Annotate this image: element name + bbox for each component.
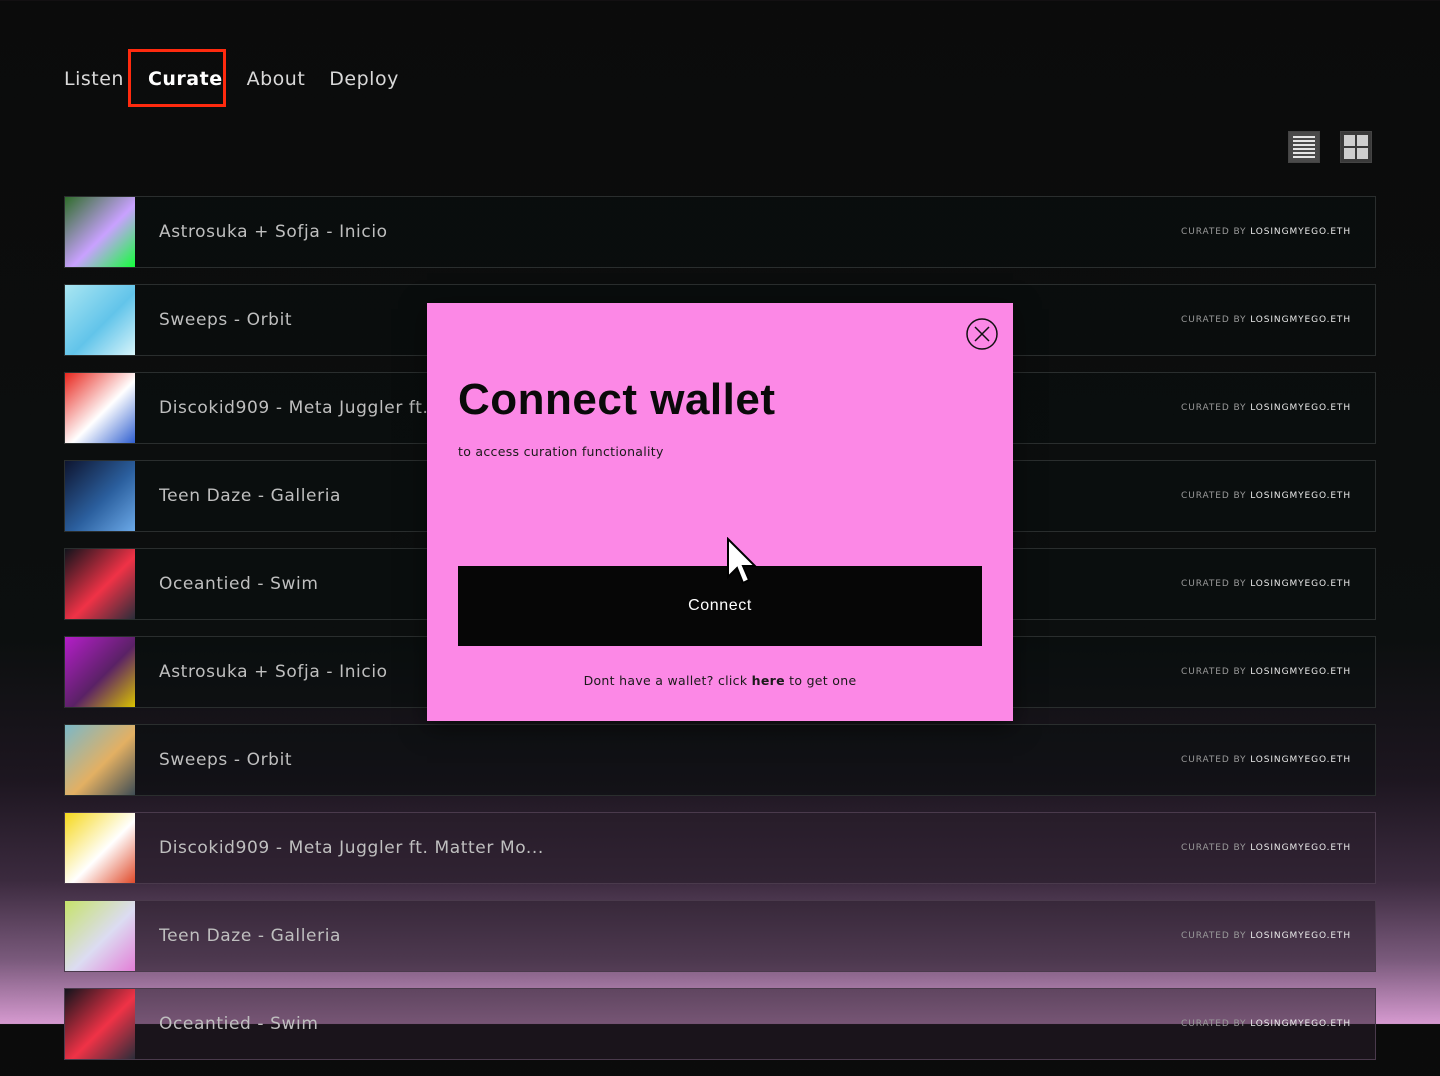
curated-by: CURATED BY LOSINGMYEGO.ETH <box>1181 843 1351 853</box>
track-title: Oceantied - Swim <box>159 1014 319 1034</box>
curator-name[interactable]: LOSINGMYEGO.ETH <box>1250 403 1351 413</box>
curator-name[interactable]: LOSINGMYEGO.ETH <box>1250 931 1351 941</box>
curator-name[interactable]: LOSINGMYEGO.ETH <box>1250 579 1351 589</box>
nav-curate[interactable]: Curate <box>128 49 226 107</box>
track-title: Teen Daze - Galleria <box>159 926 342 946</box>
curator-name[interactable]: LOSINGMYEGO.ETH <box>1250 1019 1351 1029</box>
modal-title: Connect wallet <box>458 375 776 424</box>
track-row[interactable]: Oceantied - Swim CURATED BY LOSINGMYEGO.E… <box>64 988 1376 1060</box>
close-icon[interactable] <box>966 318 998 350</box>
curated-by: CURATED BY LOSINGMYEGO.ETH <box>1181 491 1351 501</box>
album-art <box>65 285 135 355</box>
curator-name[interactable]: LOSINGMYEGO.ETH <box>1250 843 1351 853</box>
track-row[interactable]: Sweeps - Orbit CURATED BY LOSINGMYEGO.ETH <box>64 724 1376 796</box>
curated-by: CURATED BY LOSINGMYEGO.ETH <box>1181 755 1351 765</box>
mouse-pointer-icon <box>727 537 758 585</box>
list-view-icon <box>1293 136 1315 158</box>
track-row[interactable]: Teen Daze - Galleria CURATED BY LOSINGMYE… <box>64 900 1376 972</box>
track-title: Sweeps - Orbit <box>159 750 293 770</box>
album-art <box>65 813 135 883</box>
modal-subtitle: to access curation functionality <box>458 444 664 459</box>
track-row[interactable]: Discokid909 - Meta Juggler ft. Matter Mo… <box>64 812 1376 884</box>
track-title: Teen Daze - Galleria <box>159 486 342 506</box>
curated-by: CURATED BY LOSINGMYEGO.ETH <box>1181 315 1351 325</box>
nav-about[interactable]: About <box>247 62 306 96</box>
nav-deploy[interactable]: Deploy <box>329 62 399 96</box>
curated-by: CURATED BY LOSINGMYEGO.ETH <box>1181 1019 1351 1029</box>
album-art <box>65 549 135 619</box>
grid-view-icon <box>1344 135 1368 159</box>
main-nav: Listen Curate About Deploy <box>64 49 423 107</box>
curated-by: CURATED BY LOSINGMYEGO.ETH <box>1181 403 1351 413</box>
get-wallet-link[interactable]: here <box>752 673 785 688</box>
curated-by: CURATED BY LOSINGMYEGO.ETH <box>1181 931 1351 941</box>
connect-button[interactable]: Connect <box>458 566 982 646</box>
curated-by: CURATED BY LOSINGMYEGO.ETH <box>1181 227 1351 237</box>
connect-wallet-modal: Connect wallet to access curation functi… <box>427 303 1013 721</box>
album-art <box>65 197 135 267</box>
curator-name[interactable]: LOSINGMYEGO.ETH <box>1250 755 1351 765</box>
curator-name[interactable]: LOSINGMYEGO.ETH <box>1250 227 1351 237</box>
curator-name[interactable]: LOSINGMYEGO.ETH <box>1250 491 1351 501</box>
get-wallet-text: Dont have a wallet? click here to get on… <box>583 673 857 688</box>
track-title: Astrosuka + Sofja - Inicio <box>159 662 388 682</box>
track-title: Sweeps - Orbit <box>159 310 293 330</box>
view-toggle <box>1288 131 1372 163</box>
album-art <box>65 901 135 971</box>
nav-listen[interactable]: Listen <box>64 62 124 96</box>
curator-name[interactable]: LOSINGMYEGO.ETH <box>1250 315 1351 325</box>
curated-by: CURATED BY LOSINGMYEGO.ETH <box>1181 579 1351 589</box>
album-art <box>65 461 135 531</box>
track-row[interactable]: Astrosuka + Sofja - Inicio CURATED BY LOS… <box>64 196 1376 268</box>
track-title: Discokid909 - Meta Juggler ft. Matter Mo… <box>159 838 544 858</box>
track-title: Astrosuka + Sofja - Inicio <box>159 222 388 242</box>
list-view-button[interactable] <box>1288 131 1320 163</box>
track-title: Oceantied - Swim <box>159 574 319 594</box>
album-art <box>65 637 135 707</box>
album-art <box>65 989 135 1059</box>
album-art <box>65 373 135 443</box>
grid-view-button[interactable] <box>1340 131 1372 163</box>
curated-by: CURATED BY LOSINGMYEGO.ETH <box>1181 667 1351 677</box>
curator-name[interactable]: LOSINGMYEGO.ETH <box>1250 667 1351 677</box>
album-art <box>65 725 135 795</box>
